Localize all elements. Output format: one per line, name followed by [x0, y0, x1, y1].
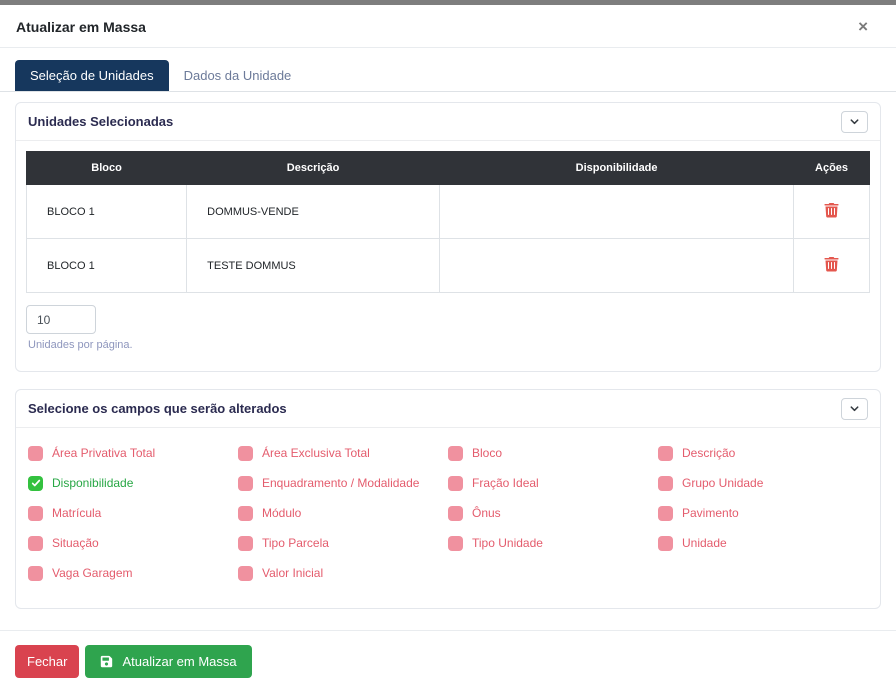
field-checkbox-item[interactable]: Área Exclusiva Total	[238, 444, 448, 462]
units-table-body: BLOCO 1DOMMUS-VENDEBLOCO 1TESTE DOMMUS	[27, 185, 870, 293]
field-label: Disponibilidade	[52, 476, 133, 490]
field-label: Tipo Unidade	[472, 536, 543, 550]
field-label: Grupo Unidade	[682, 476, 763, 490]
field-label: Tipo Parcela	[262, 536, 329, 550]
field-checkbox-item[interactable]: Descrição	[658, 444, 868, 462]
field-checkbox-item[interactable]: Matrícula	[28, 504, 238, 522]
fields-grid: Área Privativa Total Área Exclusiva Total…	[16, 428, 880, 608]
tab-selecao-de-unidades[interactable]: Seleção de Unidades	[15, 60, 169, 91]
checkbox-unchecked-icon[interactable]	[238, 476, 253, 491]
fields-card-header: Selecione os campos que serão alterados	[16, 390, 880, 428]
field-checkbox-item[interactable]: Valor Inicial	[238, 564, 448, 582]
field-label: Módulo	[262, 506, 301, 520]
tab-bar: Seleção de Unidades Dados da Unidade	[0, 48, 896, 92]
chevron-down-icon	[849, 403, 860, 414]
checkbox-unchecked-icon[interactable]	[28, 566, 43, 581]
tab-dados-da-unidade[interactable]: Dados da Unidade	[169, 60, 307, 91]
field-checkbox-item[interactable]: Fração Ideal	[448, 474, 658, 492]
field-label: Vaga Garagem	[52, 566, 133, 580]
field-checkbox-item[interactable]: Ônus	[448, 504, 658, 522]
field-checkbox-item[interactable]: Vaga Garagem	[28, 564, 238, 582]
field-checkbox-item[interactable]: Tipo Unidade	[448, 534, 658, 552]
units-table: Bloco Descrição Disponibilidade Ações BL…	[26, 151, 870, 293]
column-header-descricao: Descrição	[187, 152, 440, 185]
checkbox-unchecked-icon[interactable]	[28, 446, 43, 461]
field-label: Enquadramento / Modalidade	[262, 476, 419, 490]
checkbox-unchecked-icon[interactable]	[28, 506, 43, 521]
cell-descricao: TESTE DOMMUS	[187, 239, 440, 293]
selected-units-card-body: Bloco Descrição Disponibilidade Ações BL…	[16, 141, 880, 371]
checkbox-unchecked-icon[interactable]	[658, 506, 673, 521]
close-icon[interactable]: ×	[854, 18, 872, 35]
selected-units-card-header: Unidades Selecionadas	[16, 103, 880, 141]
field-checkbox-item[interactable]: Grupo Unidade	[658, 474, 868, 492]
cell-disponibilidade	[440, 239, 794, 293]
checkbox-unchecked-icon[interactable]	[448, 536, 463, 551]
cell-descricao: DOMMUS-VENDE	[187, 185, 440, 239]
selected-units-card: Unidades Selecionadas Bloco Descrição Di…	[15, 102, 881, 372]
checkbox-unchecked-icon[interactable]	[238, 446, 253, 461]
cell-acoes	[794, 239, 870, 293]
checkbox-unchecked-icon[interactable]	[238, 536, 253, 551]
fields-card-title: Selecione os campos que serão alterados	[28, 401, 287, 416]
fields-card: Selecione os campos que serão alterados …	[15, 389, 881, 609]
cell-bloco: BLOCO 1	[27, 185, 187, 239]
delete-unit-button[interactable]	[824, 202, 839, 218]
field-label: Ônus	[472, 506, 501, 520]
field-label: Unidade	[682, 536, 727, 550]
checkbox-checked-icon[interactable]	[28, 476, 43, 491]
field-checkbox-item[interactable]: Enquadramento / Modalidade	[238, 474, 448, 492]
field-label: Fração Ideal	[472, 476, 539, 490]
field-checkbox-item[interactable]: Bloco	[448, 444, 658, 462]
field-label: Área Privativa Total	[52, 446, 155, 460]
per-page-label: Unidades por página.	[28, 339, 870, 351]
field-label: Situação	[52, 536, 99, 550]
column-header-disponibilidade: Disponibilidade	[440, 152, 794, 185]
delete-unit-button[interactable]	[824, 256, 839, 272]
modal-title: Atualizar em Massa	[16, 19, 146, 35]
modal-footer: Fechar Atualizar em Massa	[0, 630, 896, 692]
field-label: Pavimento	[682, 506, 739, 520]
field-label: Descrição	[682, 446, 735, 460]
units-table-head: Bloco Descrição Disponibilidade Ações	[27, 152, 870, 185]
field-checkbox-item[interactable]: Unidade	[658, 534, 868, 552]
selected-units-title: Unidades Selecionadas	[28, 114, 173, 129]
checkbox-unchecked-icon[interactable]	[658, 446, 673, 461]
field-checkbox-item[interactable]: Pavimento	[658, 504, 868, 522]
column-header-bloco: Bloco	[27, 152, 187, 185]
field-checkbox-item[interactable]: Situação	[28, 534, 238, 552]
field-checkbox-item[interactable]: Tipo Parcela	[238, 534, 448, 552]
modal-header: Atualizar em Massa ×	[0, 5, 896, 48]
field-label: Matrícula	[52, 506, 101, 520]
cell-disponibilidade	[440, 185, 794, 239]
collapse-fields-button[interactable]	[841, 398, 868, 420]
checkbox-unchecked-icon[interactable]	[448, 506, 463, 521]
checkbox-unchecked-icon[interactable]	[658, 476, 673, 491]
field-checkbox-item[interactable]: Módulo	[238, 504, 448, 522]
table-row: BLOCO 1TESTE DOMMUS	[27, 239, 870, 293]
checkbox-unchecked-icon[interactable]	[28, 536, 43, 551]
cell-bloco: BLOCO 1	[27, 239, 187, 293]
trash-icon	[824, 206, 839, 221]
column-header-acoes: Ações	[794, 152, 870, 185]
checkbox-unchecked-icon[interactable]	[448, 446, 463, 461]
chevron-down-icon	[849, 116, 860, 127]
checkbox-unchecked-icon[interactable]	[238, 566, 253, 581]
field-label: Área Exclusiva Total	[262, 446, 370, 460]
field-checkbox-item[interactable]: Disponibilidade	[28, 474, 238, 492]
trash-icon	[824, 260, 839, 275]
per-page-input[interactable]	[26, 305, 96, 334]
mass-update-modal: Atualizar em Massa × Seleção de Unidades…	[0, 5, 896, 692]
field-label: Valor Inicial	[262, 566, 323, 580]
collapse-units-button[interactable]	[841, 111, 868, 133]
checkbox-unchecked-icon[interactable]	[448, 476, 463, 491]
field-label: Bloco	[472, 446, 502, 460]
table-row: BLOCO 1DOMMUS-VENDE	[27, 185, 870, 239]
checkbox-unchecked-icon[interactable]	[658, 536, 673, 551]
checkbox-unchecked-icon[interactable]	[238, 506, 253, 521]
cell-acoes	[794, 185, 870, 239]
field-checkbox-item[interactable]: Área Privativa Total	[28, 444, 238, 462]
